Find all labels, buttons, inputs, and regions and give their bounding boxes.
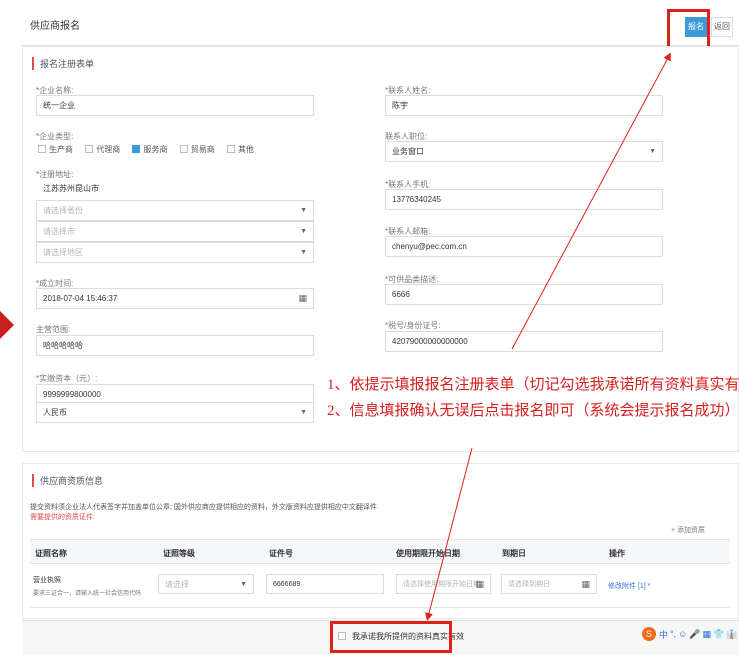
arrow-to-commitment [425, 447, 473, 621]
guide-arrows [425, 52, 671, 621]
arrow-to-signup [511, 52, 671, 350]
